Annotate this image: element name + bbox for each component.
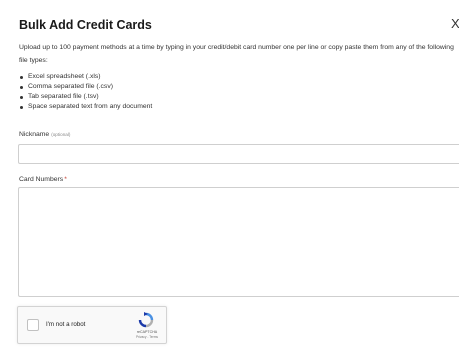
recaptcha-terms-link[interactable]: Terms (149, 335, 158, 339)
nickname-label: Nickname (optional) (19, 131, 70, 138)
recaptcha-arc-dark (138, 319, 147, 328)
nickname-label-text: Nickname (19, 131, 50, 138)
list-item: Comma separated file (.csv) (19, 82, 152, 92)
recaptcha-links: Privacy - Terms (130, 335, 164, 340)
required-mark: * (64, 176, 67, 183)
recaptcha-widget: I'm not a robot reCAPTCHA Privacy - Term… (17, 306, 167, 344)
list-item: Space separated text from any document (19, 102, 152, 112)
optional-hint: (optional) (51, 132, 71, 137)
card-numbers-textarea[interactable] (18, 187, 459, 297)
dialog-description: Upload up to 100 payment methods at a ti… (19, 42, 459, 67)
list-item: Tab separated file (.tsv) (19, 92, 152, 102)
recaptcha-checkbox[interactable] (27, 319, 39, 331)
description-text: Upload up to 100 payment methods at a ti… (19, 44, 454, 64)
file-types-list: Excel spreadsheet (.xls) Comma separated… (19, 72, 152, 112)
close-icon[interactable]: X (451, 17, 459, 30)
recaptcha-arc-blue (145, 312, 154, 321)
card-numbers-label: Card Numbers* (19, 176, 67, 183)
recaptcha-privacy-link[interactable]: Privacy (136, 335, 146, 339)
nickname-input[interactable] (18, 144, 459, 164)
recaptcha-logo-icon (138, 312, 154, 328)
recaptcha-arrow (144, 312, 148, 316)
list-item: Excel spreadsheet (.xls) (19, 72, 152, 82)
dialog-title: Bulk Add Credit Cards (19, 18, 152, 32)
recaptcha-arc-grey (145, 319, 154, 328)
card-numbers-label-text: Card Numbers (19, 176, 64, 183)
bulk-add-cards-dialog: Bulk Add Credit Cards X Upload up to 100… (0, 0, 459, 349)
recaptcha-label: I'm not a robot (46, 321, 86, 328)
